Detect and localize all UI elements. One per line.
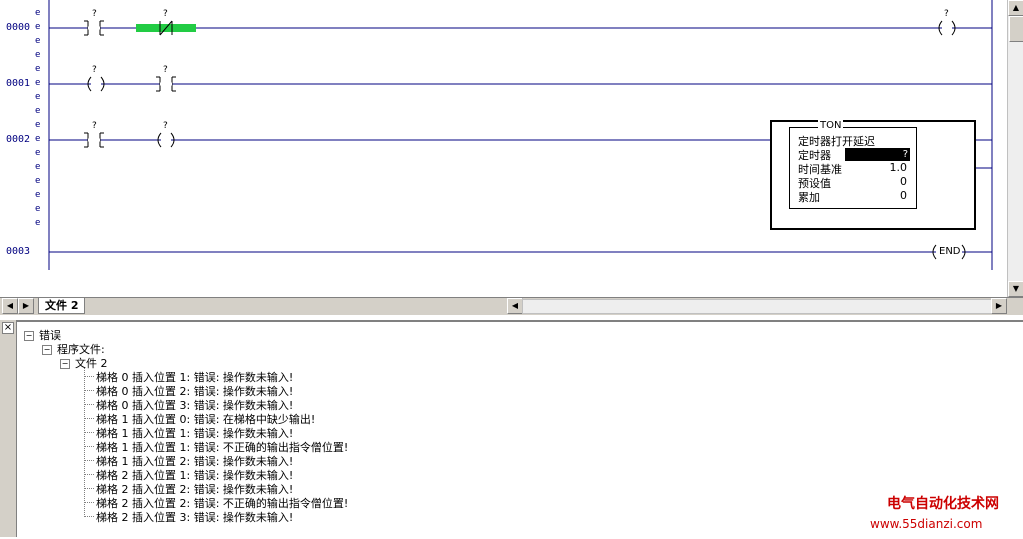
svg-text:?: ? [92, 65, 97, 75]
rung0-contact-2-selected[interactable]: ? [136, 9, 196, 36]
hscroll-right-icon[interactable]: ▶ [991, 298, 1007, 314]
rung0-coil[interactable]: ? [938, 9, 956, 36]
error-pane-sidebar: × [0, 320, 17, 537]
svg-text:?: ? [944, 9, 949, 19]
end-label: END [939, 246, 961, 257]
rung1-contact[interactable]: ? [156, 65, 176, 92]
svg-text:?: ? [163, 9, 168, 19]
svg-text:?: ? [163, 65, 168, 75]
collapse-icon[interactable]: − [60, 359, 70, 369]
edit-marker: e [35, 148, 41, 158]
svg-text:?: ? [92, 121, 97, 131]
ton-accum-value[interactable]: 0 [880, 189, 907, 202]
edit-marker: e [35, 8, 41, 18]
error-item[interactable]: 梯格 1 插入位置 0: 错误: 在梯格中缺少输出! [84, 411, 348, 426]
edit-marker: e [35, 218, 41, 228]
edit-marker: e [35, 176, 41, 186]
horizontal-scroll-track[interactable] [522, 299, 992, 314]
error-item[interactable]: 梯格 2 插入位置 1: 错误: 操作数未输入! [84, 467, 348, 482]
error-list: 梯格 0 插入位置 1: 错误: 操作数未输入! 梯格 0 插入位置 2: 错误… [84, 369, 348, 524]
rung-number[interactable]: 0002 [6, 134, 30, 145]
watermark-title: 电气自动化技术网 [887, 496, 999, 512]
tab-bar: ◀ ▶ 文件 2 ◀ ▶ [0, 297, 1023, 315]
svg-text:?: ? [92, 9, 97, 19]
scroll-thumb[interactable] [1009, 16, 1023, 42]
tab-next-icon[interactable]: ▶ [18, 298, 34, 314]
error-item[interactable]: 梯格 0 插入位置 2: 错误: 操作数未输入! [84, 383, 348, 398]
edit-marker: e [35, 134, 41, 144]
edit-marker: e [35, 78, 41, 88]
scroll-down-icon[interactable]: ▼ [1008, 281, 1023, 297]
error-item[interactable]: 梯格 1 插入位置 1: 错误: 操作数未输入! [84, 425, 348, 440]
error-item[interactable]: 梯格 2 插入位置 2: 错误: 操作数未输入! [84, 481, 348, 496]
scroll-up-icon[interactable]: ▲ [1008, 0, 1023, 16]
collapse-icon[interactable]: − [24, 331, 34, 341]
edit-marker: e [35, 162, 41, 172]
vertical-scrollbar[interactable]: ▲ ▼ [1007, 0, 1023, 297]
hscroll-left-icon[interactable]: ◀ [507, 298, 523, 314]
rung2-coil[interactable]: ? [157, 121, 175, 148]
ton-title: TON [818, 120, 844, 131]
ton-timer-field[interactable]: ? [845, 148, 910, 161]
edit-marker: e [35, 22, 41, 32]
edit-marker: e [35, 190, 41, 200]
error-item[interactable]: 梯格 0 插入位置 3: 错误: 操作数未输入! [84, 397, 348, 412]
ton-preset-value[interactable]: 0 [880, 175, 907, 188]
edit-marker: e [35, 204, 41, 214]
error-item[interactable]: 梯格 2 插入位置 3: 错误: 操作数未输入! [84, 509, 348, 524]
svg-text:?: ? [163, 121, 168, 131]
edit-markers: e e e e e e e e e e e e e e e e [35, 8, 43, 232]
error-item[interactable]: 梯格 1 插入位置 1: 错误: 不正确的输出指令僧位置! [84, 439, 348, 454]
rung-number[interactable]: 0003 [6, 246, 30, 257]
rung-number[interactable]: 0001 [6, 78, 30, 89]
edit-marker: e [35, 120, 41, 130]
edit-marker: e [35, 36, 41, 46]
edit-marker: e [35, 64, 41, 74]
ton-timebase-value[interactable]: 1.0 [880, 161, 908, 174]
rung1-coil[interactable]: ? [87, 65, 105, 92]
edit-marker: e [35, 50, 41, 60]
rung0-contact-1[interactable]: ? [84, 9, 104, 36]
ton-accum-label: 累加 [798, 191, 820, 204]
tab-prev-icon[interactable]: ◀ [2, 298, 18, 314]
error-item[interactable]: 梯格 1 插入位置 2: 错误: 操作数未输入! [84, 453, 348, 468]
watermark-url: www.55dianzi.com [870, 517, 983, 531]
rung-number[interactable]: 0000 [6, 22, 30, 33]
error-item[interactable]: 梯格 0 插入位置 1: 错误: 操作数未输入! [84, 369, 348, 384]
edit-marker: e [35, 106, 41, 116]
error-item[interactable]: 梯格 2 插入位置 2: 错误: 不正确的输出指令僧位置! [84, 495, 348, 510]
collapse-icon[interactable]: − [42, 345, 52, 355]
close-icon[interactable]: × [2, 322, 14, 334]
rung2-contact[interactable]: ? [84, 121, 104, 148]
tab-file-2[interactable]: 文件 2 [38, 298, 86, 314]
edit-marker: e [35, 92, 41, 102]
